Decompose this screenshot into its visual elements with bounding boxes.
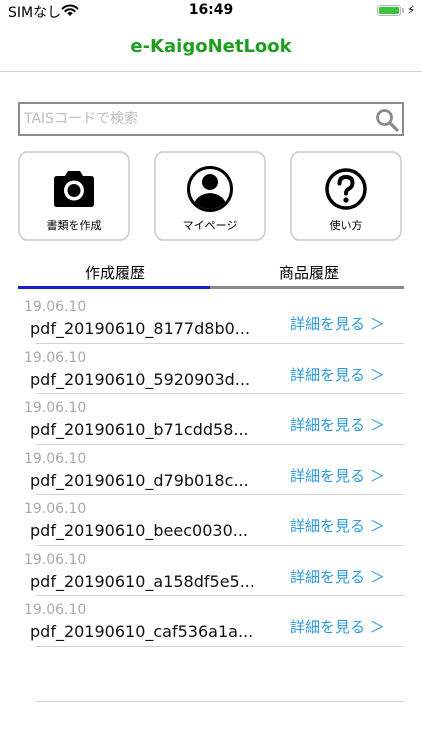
item-date: 19.06.10 xyxy=(24,602,87,618)
clock: 16:49 xyxy=(188,2,234,18)
item-date: 19.06.10 xyxy=(24,400,87,416)
status-bar: SIMなし 16:49 ⚡ xyxy=(0,0,422,24)
item-date: 19.06.10 xyxy=(24,501,87,517)
view-details-link[interactable]: 詳細を見る ＞ xyxy=(290,364,385,385)
list-item[interactable]: 19.06.10 pdf_20190610_8177d8b0... 詳細を見る … xyxy=(0,293,422,344)
item-date: 19.06.10 xyxy=(24,349,87,366)
how-to-use-label: 使い方 xyxy=(329,219,363,232)
item-date: 19.06.10 xyxy=(24,450,87,467)
tab-indicator-inactive xyxy=(210,286,404,289)
bottom-divider xyxy=(36,701,404,702)
search-icon[interactable] xyxy=(375,108,399,132)
item-filename: pdf_20190610_5920903d... xyxy=(30,369,251,389)
item-filename: pdf_20190610_b71cdd58... xyxy=(30,420,249,439)
item-filename: pdf_20190610_8177d8b0... xyxy=(30,319,251,338)
list-item[interactable]: 19.06.10 pdf_20190610_beec0030... 詳細を見る … xyxy=(0,495,422,546)
list-item[interactable]: 19.06.10 pdf_20190610_d79b018c... 詳細を見る … xyxy=(0,445,422,495)
mypage-button[interactable]: マイページ xyxy=(154,151,266,241)
create-document-button[interactable]: 書類を作成 xyxy=(18,151,130,241)
item-filename: pdf_20190610_beec0030... xyxy=(30,521,248,540)
list-item[interactable]: 19.06.10 pdf_20190610_caf536a1a... 詳細を見る… xyxy=(0,596,422,647)
camera-icon xyxy=(50,165,98,213)
search-box[interactable] xyxy=(18,102,404,136)
tab-product-history[interactable]: 商品履歴 xyxy=(212,262,406,286)
how-to-use-button[interactable]: 使い方 xyxy=(290,151,402,241)
view-details-link[interactable]: 詳細を見る ＞ xyxy=(290,313,385,334)
battery-icon xyxy=(377,5,401,16)
list-item[interactable]: 19.06.10 pdf_20190610_5920903d... 詳細を見る … xyxy=(0,344,422,394)
nav-divider xyxy=(0,71,422,72)
view-details-link[interactable]: 詳細を見る ＞ xyxy=(290,414,385,435)
mypage-label: マイページ xyxy=(182,219,238,232)
item-filename: pdf_20190610_d79b018c... xyxy=(30,470,249,490)
charging-bolt-icon: ⚡ xyxy=(407,3,416,17)
row-divider xyxy=(36,645,404,647)
view-details-link[interactable]: 詳細を見る ＞ xyxy=(290,515,385,536)
search-input[interactable] xyxy=(24,104,364,134)
person-icon xyxy=(186,165,234,213)
help-icon xyxy=(322,165,370,213)
view-details-link[interactable]: 詳細を見る ＞ xyxy=(290,465,385,486)
list-item[interactable]: 19.06.10 pdf_20190610_a158df5e5... 詳細を見る… xyxy=(0,546,422,596)
battery-cap xyxy=(402,8,404,13)
view-details-link[interactable]: 詳細を見る ＞ xyxy=(290,616,385,637)
tab-indicator-active xyxy=(18,286,210,289)
item-filename: pdf_20190610_a158df5e5... xyxy=(30,571,255,591)
view-details-link[interactable]: 詳細を見る ＞ xyxy=(290,566,385,587)
history-list: 19.06.10 pdf_20190610_8177d8b0... 詳細を見る … xyxy=(0,293,422,647)
list-item[interactable]: 19.06.10 pdf_20190610_b71cdd58... 詳細を見る … xyxy=(0,394,422,445)
item-date: 19.06.10 xyxy=(24,551,87,568)
app-title: e-KaigoNetLook xyxy=(130,36,292,57)
item-date: 19.06.10 xyxy=(24,299,87,315)
tab-created-history[interactable]: 作成履歴 xyxy=(18,262,212,286)
create-document-label: 書類を作成 xyxy=(46,219,102,232)
item-filename: pdf_20190610_caf536a1a... xyxy=(30,622,254,641)
